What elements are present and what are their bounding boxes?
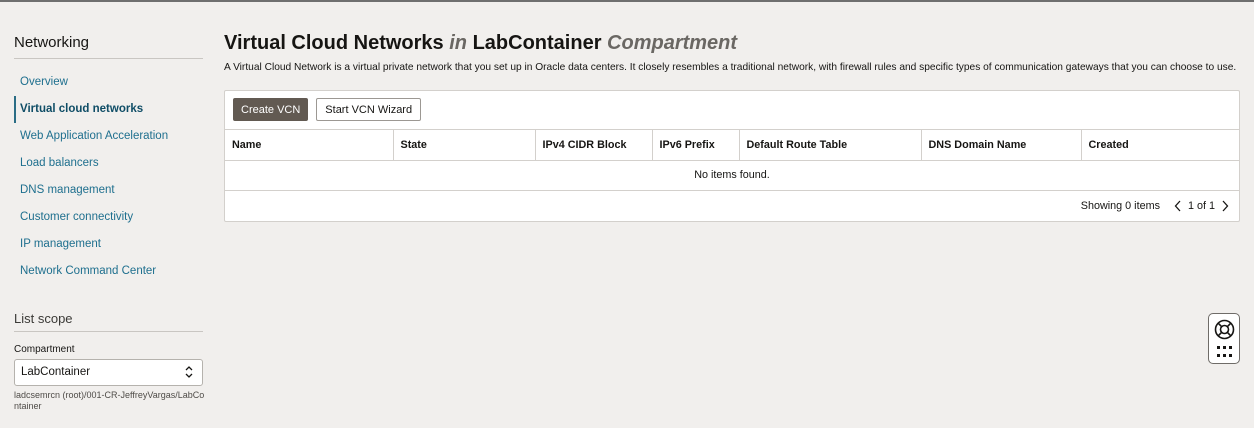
main-content: Virtual Cloud Networks in LabContainer C…	[224, 32, 1240, 222]
page-title: Virtual Cloud Networks in LabContainer C…	[224, 32, 1240, 58]
compartment-select-value: LabContainer	[21, 366, 91, 378]
table-header-row: Name State IPv4 CIDR Block IPv6 Prefix D…	[225, 128, 1239, 161]
chevron-right-icon[interactable]	[1221, 200, 1229, 212]
sidebar-item-web-application-acceleration[interactable]: Web Application Acceleration	[14, 123, 203, 150]
table-footer: Showing 0 items 1 of 1	[225, 191, 1239, 221]
column-header-ipv6-prefix[interactable]: IPv6 Prefix	[652, 128, 740, 161]
vcn-list-panel: Create VCN Start VCN Wizard Name State I…	[224, 89, 1240, 222]
list-scope-title: List scope	[14, 311, 73, 326]
pagination: 1 of 1	[1174, 200, 1229, 212]
sidebar-item-customer-connectivity[interactable]: Customer connectivity	[14, 204, 203, 231]
sidebar-title: Networking	[14, 34, 90, 51]
sidebar-item-load-balancers[interactable]: Load balancers	[14, 150, 203, 177]
chevron-up-down-icon	[185, 366, 193, 378]
empty-message: No items found.	[225, 160, 1239, 191]
create-vcn-button[interactable]: Create VCN	[233, 98, 309, 121]
sidebar-nav: Overview Virtual cloud networks Web Appl…	[14, 69, 203, 285]
start-vcn-wizard-button[interactable]: Start VCN Wizard	[316, 98, 422, 121]
column-header-name[interactable]: Name	[225, 128, 394, 161]
page-title-compartment: LabContainer	[472, 32, 602, 54]
compartment-select[interactable]: LabContainer	[14, 359, 203, 386]
top-border	[0, 0, 1254, 2]
column-header-default-route-table[interactable]: Default Route Table	[739, 128, 922, 161]
list-scope-divider	[14, 331, 203, 332]
sidebar-item-overview[interactable]: Overview	[14, 69, 203, 96]
page-title-text: Virtual Cloud Networks	[224, 32, 444, 54]
sidebar-item-virtual-cloud-networks[interactable]: Virtual cloud networks	[14, 96, 203, 123]
column-header-ipv4-cidr-block[interactable]: IPv4 CIDR Block	[535, 128, 653, 161]
sidebar-item-network-command-center[interactable]: Network Command Center	[14, 258, 203, 285]
lifebuoy-icon[interactable]	[1214, 319, 1235, 340]
vcn-table: Name State IPv4 CIDR Block IPv6 Prefix D…	[225, 128, 1239, 191]
column-header-created[interactable]: Created	[1081, 128, 1239, 161]
sidebar-item-ip-management[interactable]: IP management	[14, 231, 203, 258]
sidebar-item-dns-management[interactable]: DNS management	[14, 177, 203, 204]
help-widget	[1208, 313, 1240, 364]
table-row: No items found.	[225, 160, 1239, 191]
column-header-state[interactable]: State	[393, 128, 536, 161]
page-title-compartment-word: Compartment	[607, 32, 738, 54]
page-description: A Virtual Cloud Network is a virtual pri…	[224, 62, 1237, 73]
sidebar: Networking Overview Virtual cloud networ…	[14, 34, 205, 412]
compartment-path: ladcsemrcn (root)/001-CR-JeffreyVargas/L…	[14, 390, 205, 411]
compartment-label: Compartment	[14, 344, 75, 355]
showing-count: Showing 0 items	[1080, 199, 1160, 212]
column-header-dns-domain-name[interactable]: DNS Domain Name	[921, 128, 1082, 161]
grid-icon[interactable]	[1217, 346, 1232, 358]
page-title-in: in	[449, 32, 468, 54]
chevron-left-icon[interactable]	[1174, 200, 1182, 212]
toolbar: Create VCN Start VCN Wizard	[225, 91, 1239, 129]
sidebar-divider	[14, 58, 203, 59]
page-indicator: 1 of 1	[1187, 199, 1215, 212]
